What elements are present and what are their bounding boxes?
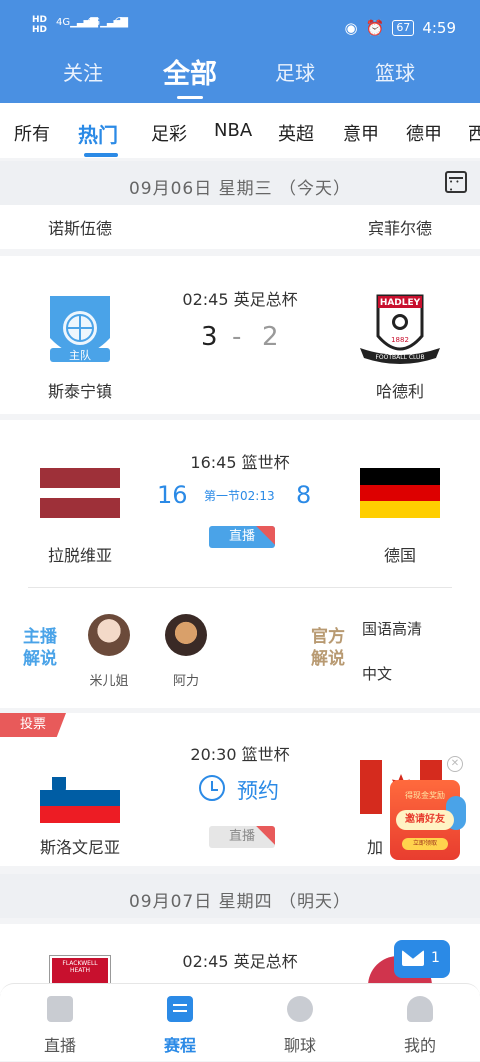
- main-tabs: 关注 全部 足球 篮球: [0, 52, 480, 99]
- tab-follow[interactable]: 关注: [63, 57, 103, 86]
- cat-seriea[interactable]: 意甲: [343, 120, 379, 146]
- svg-text:HADLEY: HADLEY: [380, 298, 421, 308]
- vote-tag[interactable]: 投票: [0, 713, 66, 737]
- battery-icon: 67: [392, 20, 415, 36]
- cat-bundesliga[interactable]: 德甲: [406, 120, 442, 146]
- match-time-league: 16:45 篮世杯: [190, 453, 290, 472]
- mail-icon: [402, 950, 424, 966]
- match-time-league: 20:30 篮世杯: [190, 745, 290, 764]
- anchor-label: 主播 解说: [23, 627, 57, 669]
- invite-promo[interactable]: ✕ 得现金奖励 邀请好友 立即领取: [388, 756, 466, 862]
- promo-text: 得现金奖励: [405, 791, 445, 800]
- cat-epl[interactable]: 英超: [278, 120, 314, 146]
- date-header-tomorrow: 09月07日 星期四 （明天）: [0, 874, 480, 918]
- away-score: 8: [296, 481, 312, 509]
- live-button[interactable]: 直播: [209, 526, 275, 548]
- active-tab-indicator: [84, 153, 118, 157]
- date-header-today: 09月06日 星期三 （今天）: [0, 161, 480, 205]
- nav-chat[interactable]: 聊球: [240, 984, 360, 1062]
- away-team-name: 哈德利: [375, 382, 424, 401]
- nav-me[interactable]: 我的: [360, 984, 480, 1062]
- score-separator: -: [232, 322, 242, 352]
- promo-cta: 立即领取: [402, 838, 448, 850]
- home-score: 16: [157, 481, 188, 509]
- live-button[interactable]: 直播: [209, 826, 275, 848]
- promo-text: 邀请好友: [396, 810, 454, 830]
- status-bar: HD HD 4G▁▃▅▇ 4G▁▃▅▇ ◠ ◉ ⏰ 67 4:59: [0, 0, 480, 40]
- reserve-button[interactable]: 预约: [237, 775, 279, 805]
- latvia-flag: [40, 468, 120, 518]
- cat-laliga[interactable]: 西: [468, 120, 480, 146]
- anchor-name: 阿力: [172, 674, 199, 689]
- hd-indicator: HD HD: [32, 15, 48, 35]
- official-label: 官方 解说: [311, 627, 345, 669]
- match-time-league: 02:45 英足总杯: [182, 290, 298, 309]
- close-icon[interactable]: ✕: [447, 756, 463, 772]
- alarm-icon: ⏰: [365, 19, 385, 37]
- message-button[interactable]: 1: [394, 940, 450, 978]
- tab-basketball[interactable]: 篮球: [375, 57, 415, 86]
- anchor-name: 米儿姐: [89, 674, 129, 689]
- eye-icon: ◉: [344, 19, 358, 37]
- cat-hot[interactable]: 热门: [78, 119, 118, 148]
- away-team-logo: HADLEY 1882 FOOTBALL CLUB: [360, 294, 440, 364]
- match-time-league: 02:45 英足总杯: [182, 952, 298, 971]
- nav-schedule[interactable]: 赛程: [120, 984, 240, 1062]
- calendar-icon[interactable]: [445, 171, 467, 194]
- clock-icon: [199, 775, 225, 801]
- home-team-name: 拉脱维亚: [47, 546, 112, 565]
- schedule-icon: [167, 996, 193, 1022]
- header: HD HD 4G▁▃▅▇ 4G▁▃▅▇ ◠ ◉ ⏰ 67 4:59 关注 全部 …: [0, 0, 480, 103]
- avatar[interactable]: [88, 614, 130, 656]
- away-team-name: 宾菲尔德: [367, 219, 432, 238]
- game-period: 第一节02:13: [204, 489, 275, 503]
- home-score: 3: [201, 322, 218, 352]
- message-count: 1: [431, 950, 440, 966]
- stream-option[interactable]: 国语高清: [362, 618, 422, 639]
- svg-text:FOOTBALL CLUB: FOOTBALL CLUB: [375, 354, 424, 361]
- away-team-name: 德国: [383, 546, 416, 565]
- germany-flag: [360, 468, 440, 518]
- home-team-name: 诺斯伍德: [47, 219, 112, 238]
- match-card-2[interactable]: 拉脱维亚 16:45 篮世杯 16 第一节02:13 8 直播 德国 主播 解说…: [0, 420, 480, 708]
- tab-football[interactable]: 足球: [275, 57, 315, 86]
- cat-nba[interactable]: NBA: [214, 120, 252, 141]
- tab-all[interactable]: 全部: [163, 52, 217, 99]
- away-score: 2: [262, 322, 279, 352]
- match-card-1[interactable]: 主队 斯泰宁镇 02:45 英足总杯 3 - 2 HADLEY 1882 FOO…: [0, 256, 480, 414]
- ball-icon: [287, 996, 313, 1022]
- clock-time: 4:59: [422, 19, 456, 37]
- nav-live[interactable]: 直播: [0, 984, 120, 1062]
- cat-lottery[interactable]: 足彩: [151, 120, 187, 146]
- category-tabs: 所有 热门 足彩 NBA 英超 意甲 德甲 西: [0, 103, 480, 158]
- home-team-name: 斯泰宁镇: [47, 382, 112, 401]
- match-card-partial[interactable]: 诺斯伍德 宾菲尔德: [0, 205, 480, 249]
- stream-option[interactable]: 中文: [362, 663, 392, 684]
- svg-text:主队: 主队: [69, 348, 91, 362]
- status-right: ◉ ⏰ 67 4:59: [345, 19, 456, 37]
- bottom-nav: 直播 赛程 聊球 我的: [0, 983, 480, 1061]
- svg-text:1882: 1882: [391, 336, 409, 344]
- user-icon: [407, 996, 433, 1022]
- avatar[interactable]: [165, 614, 207, 656]
- home-team-name: 斯洛文尼亚: [39, 838, 120, 857]
- slovenia-flag: [40, 773, 120, 823]
- cat-all[interactable]: 所有: [14, 120, 50, 146]
- tv-icon: [47, 996, 73, 1022]
- divider: [28, 587, 452, 588]
- home-team-logo: 主队: [50, 296, 110, 362]
- wifi-icon: ◠: [114, 14, 127, 30]
